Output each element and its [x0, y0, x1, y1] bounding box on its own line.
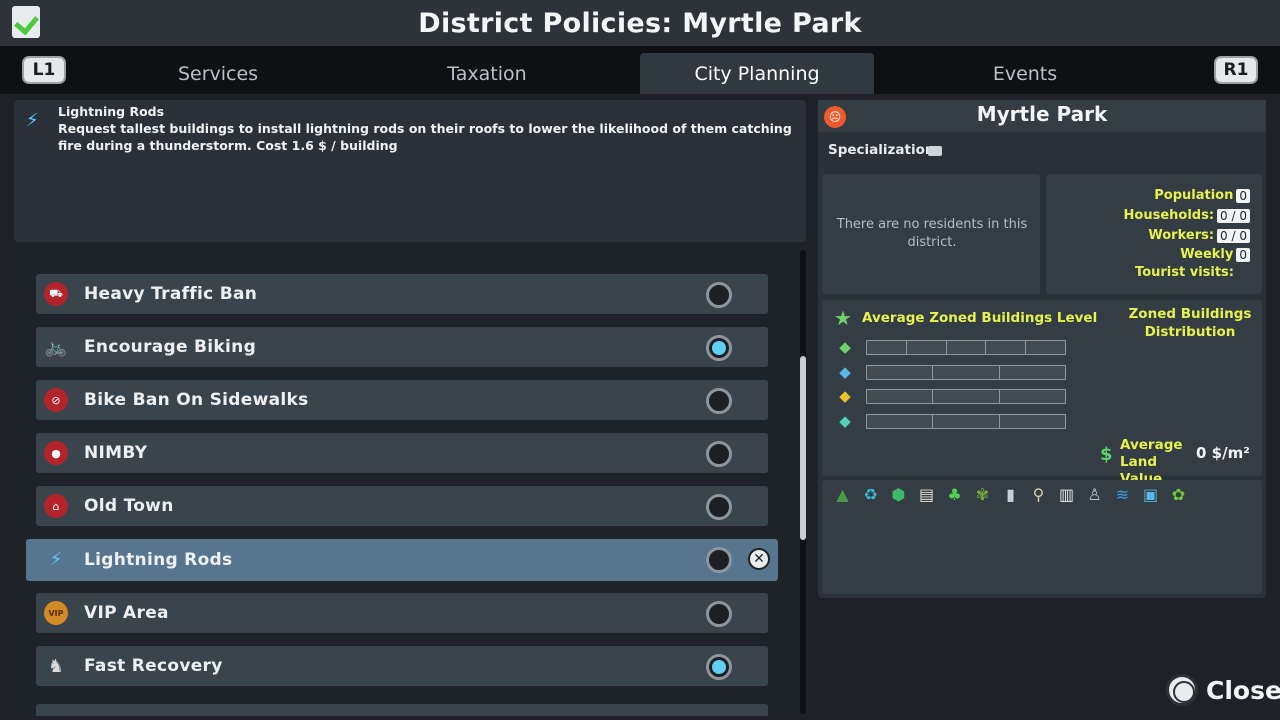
tab-events[interactable]: Events [908, 53, 1142, 94]
office-level-bar [866, 414, 1066, 429]
vip-icon: VIP [44, 601, 68, 625]
district-name: Myrtle Park [976, 102, 1108, 126]
title-bar: District Policies: Myrtle Park [0, 0, 1280, 46]
industrial-level-bar [866, 389, 1066, 404]
policy-toggle[interactable] [706, 547, 732, 573]
lightning-icon: ⚡ [49, 548, 63, 570]
dollar-icon: $ [1100, 444, 1113, 465]
policy-list[interactable]: ⛟ Heavy Traffic Ban 🚲 Encourage Biking ⊘… [14, 246, 806, 716]
r1-button[interactable]: R1 [1214, 56, 1258, 84]
stat-weekly: Weekly 0 [1180, 247, 1250, 262]
policy-toggle[interactable] [706, 654, 732, 680]
bike-icon: ⚲ [1032, 485, 1045, 504]
commercial-icon: ◆ [839, 363, 851, 381]
policy-toggle[interactable] [706, 282, 732, 308]
book-icon: ▤ [918, 485, 935, 504]
district-info-panel: ☹ Myrtle Park Specializations There are … [818, 100, 1266, 598]
leaf-icon: ✾ [975, 485, 990, 504]
water-truck-icon: ▣ [1142, 485, 1159, 504]
policy-label: Heavy Traffic Ban [84, 284, 258, 304]
description-text: Request tallest buildings to install lig… [58, 121, 792, 153]
specializations-label: Specializations [828, 142, 943, 158]
specialization-icon [928, 146, 942, 156]
avg-zoned-level-label: Average Zoned Buildings Level [862, 310, 1098, 326]
policy-label: Bike Ban On Sidewalks [84, 390, 309, 410]
policy-row-nimby[interactable]: ● NIMBY [36, 433, 768, 473]
runner-icon: ♙ [1087, 485, 1102, 504]
policy-toggle[interactable] [706, 494, 732, 520]
policy-row-vip-area[interactable]: VIP VIP Area [36, 593, 768, 633]
policy-row-lightning-rods[interactable]: ⚡ Lightning Rods ✕ [26, 539, 778, 581]
policy-toggle[interactable] [706, 388, 732, 414]
fast-recovery-icon: ♞ [47, 655, 65, 677]
recycle-icon: ♻ [863, 485, 878, 504]
close-button[interactable]: Close [1166, 674, 1280, 706]
commercial-level-bar [866, 365, 1066, 380]
policy-label: NIMBY [84, 443, 148, 463]
policy-label: Old Town [84, 496, 174, 516]
stat-workers: Workers: 0 / 0 [1148, 228, 1250, 243]
no-residents-text: There are no residents in this district. [836, 217, 1028, 250]
residents-box: There are no residents in this district. [822, 174, 1040, 294]
policy-row-heavy-traffic-ban[interactable]: ⛟ Heavy Traffic Ban [36, 274, 768, 314]
district-header: ☹ Myrtle Park [818, 100, 1266, 132]
policy-toggle[interactable] [706, 441, 732, 467]
page-title: District Policies: Myrtle Park [418, 7, 862, 39]
list-item-partial [36, 704, 768, 716]
policy-toggle[interactable] [706, 335, 732, 361]
tab-taxation[interactable]: Taxation [370, 53, 604, 94]
pine-tree-icon: ♣ [947, 485, 962, 504]
ball-icon: ✿ [1171, 485, 1186, 504]
nimby-icon: ● [44, 441, 68, 465]
l1-button[interactable]: L1 [22, 56, 66, 84]
close-label: Close [1206, 675, 1280, 705]
policy-row-old-town[interactable]: ⌂ Old Town [36, 486, 768, 526]
tree-icon: ▲ [836, 485, 849, 504]
old-town-icon: ⌂ [44, 494, 68, 518]
policy-description-panel: ⚡ Lightning Rods Request tallest buildin… [14, 100, 806, 242]
document-check-icon [12, 6, 40, 38]
policy-label: Lightning Rods [84, 550, 233, 570]
gate-icon: ▥ [1058, 485, 1075, 504]
industrial-icon: ◆ [839, 387, 851, 405]
stats-box: Population 0 Households: 0 / 0 Workers: 0 /… [1046, 174, 1262, 294]
building-icon: ▮ [1006, 485, 1015, 504]
residential-icon: ◆ [839, 338, 851, 356]
scrollbar-thumb[interactable] [800, 356, 806, 540]
policy-row-bike-ban-on-sidewalks[interactable]: ⊘ Bike Ban On Sidewalks [36, 380, 768, 420]
star-icon: ★ [834, 306, 852, 330]
tab-services[interactable]: Services [100, 53, 336, 94]
no-bike-icon: ⊘ [44, 388, 68, 412]
tab-bar: L1 Services Taxation City Planning Event… [0, 46, 1280, 94]
cross-button-icon[interactable]: ✕ [748, 548, 770, 570]
lightning-icon: ⚡ [26, 110, 39, 131]
policy-label: Encourage Biking [84, 337, 257, 357]
pool-icon: ≋ [1115, 485, 1130, 504]
avg-land-value: 0 $/m² [1196, 444, 1250, 462]
stat-population: Population 0 [1154, 188, 1250, 203]
active-policy-icons: ▲ ♻ ⬢ ▤ ♣ ✾ ▮ ⚲ ▥ ♙ ≋ ▣ ✿ [832, 484, 1189, 505]
shield-icon: ⬢ [891, 485, 906, 504]
no-truck-icon: ⛟ [44, 282, 68, 306]
residential-level-bar [866, 340, 1066, 355]
circle-button-icon [1166, 674, 1198, 706]
policy-row-encourage-biking[interactable]: 🚲 Encourage Biking [36, 327, 768, 367]
policy-toggle[interactable] [706, 601, 732, 627]
policy-label: Fast Recovery [84, 656, 223, 676]
stat-tourist-visits: Tourist visits: [1135, 265, 1234, 280]
description-title: Lightning Rods [58, 104, 165, 119]
tab-city-planning[interactable]: City Planning [640, 53, 874, 94]
bike-icon: 🚲 [44, 336, 68, 358]
stat-households: Households: 0 / 0 [1124, 208, 1250, 223]
policy-row-fast-recovery[interactable]: ♞ Fast Recovery [36, 646, 768, 686]
zoned-distribution-label: Zoned Buildings Distribution [1128, 306, 1252, 340]
policy-label: VIP Area [84, 603, 169, 623]
office-icon: ◆ [839, 412, 851, 430]
